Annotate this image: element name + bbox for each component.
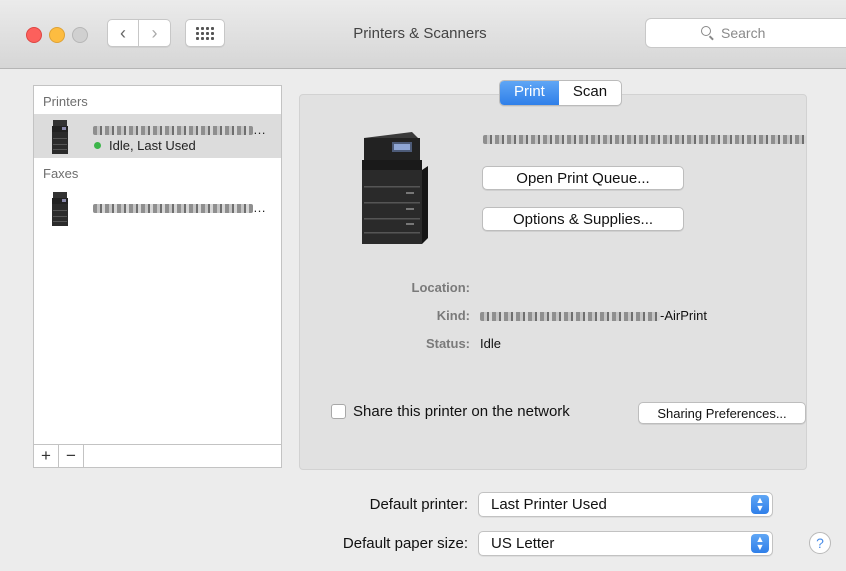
chevron-right-icon: › bbox=[151, 22, 158, 43]
share-printer-label[interactable]: Share this printer on the network bbox=[353, 403, 570, 420]
section-header-printers: Printers bbox=[43, 94, 88, 109]
default-paper-label: Default paper size: bbox=[342, 535, 468, 552]
printer-full-name bbox=[483, 131, 806, 146]
kind-suffix: -AirPrint bbox=[660, 308, 707, 323]
printer-icon bbox=[52, 120, 68, 154]
forward-button[interactable]: › bbox=[139, 19, 171, 47]
search-icon bbox=[701, 26, 711, 36]
title-bar: ‹ › Printers & Scanners Search bbox=[0, 0, 846, 69]
section-header-faxes: Faxes bbox=[43, 166, 79, 181]
default-printer-value: Last Printer Used bbox=[491, 496, 607, 513]
back-button[interactable]: ‹ bbox=[107, 19, 139, 47]
kind-value: -AirPrint bbox=[480, 308, 707, 323]
add-printer-button[interactable]: + bbox=[34, 445, 59, 467]
default-paper-select[interactable]: US Letter ▲ ▼ bbox=[478, 531, 773, 556]
search-placeholder: Search bbox=[721, 25, 766, 41]
status-label: Status: bbox=[425, 336, 470, 351]
tab-scan[interactable]: Scan bbox=[559, 81, 621, 105]
remove-printer-button[interactable]: − bbox=[59, 445, 84, 467]
fax-icon bbox=[52, 192, 68, 226]
printer-list[interactable]: Printers … Idle, Last Used Faxes … bbox=[33, 85, 282, 468]
help-button[interactable]: ? bbox=[809, 532, 831, 554]
list-item-printer[interactable]: … Idle, Last Used bbox=[34, 114, 281, 158]
chevron-left-icon: ‹ bbox=[120, 22, 126, 43]
default-printer-label: Default printer: bbox=[369, 496, 468, 513]
open-print-queue-button[interactable]: Open Print Queue... bbox=[482, 166, 684, 190]
show-all-button[interactable] bbox=[185, 19, 225, 47]
chevron-up-down-icon: ▲ ▼ bbox=[751, 534, 769, 553]
close-window-button[interactable] bbox=[26, 27, 42, 43]
fax-name: … bbox=[93, 200, 266, 215]
default-printer-select[interactable]: Last Printer Used ▲ ▼ bbox=[478, 492, 773, 517]
share-printer-checkbox[interactable] bbox=[331, 404, 346, 419]
location-label: Location: bbox=[411, 280, 471, 295]
window-title: Printers & Scanners bbox=[353, 25, 487, 42]
print-scan-tabs: Print Scan bbox=[499, 80, 623, 106]
tab-print[interactable]: Print bbox=[500, 81, 559, 105]
options-supplies-button[interactable]: Options & Supplies... bbox=[482, 207, 684, 231]
sharing-preferences-button[interactable]: Sharing Preferences... bbox=[638, 402, 806, 424]
chevron-up-down-icon: ▲ ▼ bbox=[751, 495, 769, 514]
list-footer: + − bbox=[33, 444, 282, 468]
search-input[interactable]: Search bbox=[645, 18, 846, 48]
printer-image bbox=[362, 132, 428, 244]
status-dot-icon bbox=[94, 142, 101, 149]
kind-label: Kind: bbox=[436, 308, 470, 323]
printer-name: … bbox=[93, 122, 266, 137]
printer-status: Idle, Last Used bbox=[94, 138, 196, 153]
zoom-window-button[interactable] bbox=[72, 27, 88, 43]
minimize-window-button[interactable] bbox=[49, 27, 65, 43]
grid-icon bbox=[196, 26, 214, 40]
printer-status-text: Idle, Last Used bbox=[109, 138, 196, 153]
default-paper-value: US Letter bbox=[491, 535, 555, 552]
list-item-fax[interactable]: … bbox=[34, 186, 281, 230]
status-value: Idle bbox=[480, 336, 501, 351]
